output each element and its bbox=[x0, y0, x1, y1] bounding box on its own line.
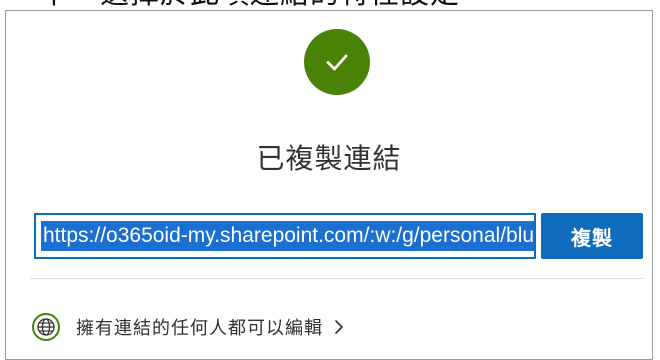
divider bbox=[30, 278, 644, 279]
link-url-field[interactable]: https://o365oid-my.sharepoint.com/:w:/g/… bbox=[34, 213, 536, 259]
link-url-text: https://o365oid-my.sharepoint.com/:w:/g/… bbox=[41, 221, 534, 251]
copy-button[interactable]: 複製 bbox=[541, 213, 643, 259]
checkmark-icon bbox=[304, 29, 370, 95]
top-caption: 下一選擇於此項連結的特性設定 bbox=[40, 0, 460, 8]
link-copied-dialog: 已複製連結 https://o365oid-my.sharepoint.com/… bbox=[5, 10, 653, 360]
globe-icon bbox=[32, 313, 60, 341]
permission-label: 擁有連結的任何人都可以編輯 bbox=[76, 318, 323, 339]
dialog-title: 已複製連結 bbox=[256, 142, 402, 175]
link-permission-setting[interactable]: 擁有連結的任何人都可以編輯 bbox=[32, 312, 345, 342]
chevron-right-icon bbox=[333, 318, 345, 336]
